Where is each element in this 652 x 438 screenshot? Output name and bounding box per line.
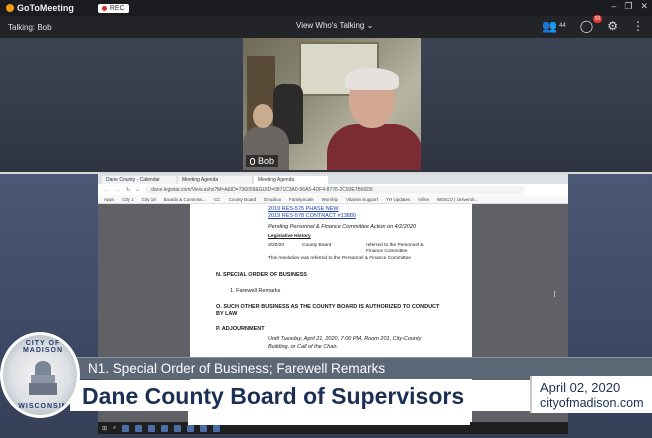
chat-bubble-icon: ◯ — [579, 19, 594, 33]
app-logo: GoToMeeting — [6, 3, 74, 13]
minimize-icon[interactable]: – — [611, 1, 616, 12]
reload-icon[interactable]: ↻ — [126, 187, 130, 193]
chat-button[interactable]: ◯ 50 — [579, 15, 603, 33]
chevron-down-icon: ⌄ — [366, 21, 374, 30]
doc-link[interactable]: 2019 RES-578 CONTRACT #13880 — [268, 213, 356, 219]
browser-tab-strip: Dane County - Calendar Meeting Agenda Me… — [98, 174, 568, 184]
doc-page-peek — [188, 411, 470, 425]
taskbar-app-icon[interactable] — [200, 424, 208, 432]
doc-history-body: County Board — [302, 243, 332, 248]
bookmark-item[interactable]: Worship — [322, 197, 338, 202]
talking-indicator: Talking: Bob — [8, 22, 52, 32]
app-titlebar: GoToMeeting REC – ❐ ✕ — [0, 0, 652, 16]
taskbar-app-icon[interactable] — [187, 424, 195, 432]
bookmark-item[interactable]: FamilyScale — [289, 197, 314, 202]
meeting-toolbar: Talking: Bob View Who's Talking ⌄ 👥 44 ◯… — [0, 15, 652, 38]
people-icon: 👥 — [542, 19, 558, 33]
browser-tab[interactable]: Meeting Agenda — [178, 176, 252, 184]
speaker-name-tag: Bob — [246, 155, 279, 167]
doc-legislative-history: Legislative History — [268, 234, 311, 239]
bookmark-item[interactable]: YH Updates — [386, 197, 410, 202]
webcam-feed[interactable]: Bob — [243, 38, 421, 170]
mouse-cursor — [554, 291, 557, 297]
bookmark-item[interactable]: County Board — [229, 197, 257, 202]
restore-icon[interactable]: ❐ — [624, 1, 632, 12]
search-icon[interactable]: ⌕ — [113, 425, 116, 432]
browser-tab-active[interactable]: Meeting Agenda — [254, 176, 328, 184]
view-mode-dropdown[interactable]: View Who's Talking ⌄ — [296, 21, 373, 30]
website-url: cityofmadison.com — [540, 396, 644, 410]
taskbar-app-icon[interactable] — [148, 424, 156, 432]
browser-address-bar: ← → ↻ ⌂ dane.legistar.com/View.ashx?M=A&… — [98, 184, 568, 195]
windows-start-icon[interactable]: ⊞ — [102, 425, 107, 432]
app-name: GoToMeeting — [17, 3, 74, 13]
gear-icon[interactable]: ⚙ — [607, 19, 618, 33]
doc-link[interactable]: 2019 RES-575 PHASE NEW — [268, 206, 339, 212]
more-options-icon[interactable]: ⋮ — [632, 19, 644, 33]
video-stage: Bob — [0, 38, 652, 172]
doc-history-action: referred to the Personnel & — [366, 243, 424, 248]
bookmark-item[interactable]: Dropbox — [264, 197, 281, 202]
taskbar-app-icon[interactable] — [135, 424, 143, 432]
doc-section-o2: BY LAW — [216, 311, 238, 317]
seal-bottom-text: WISCONSIN — [18, 403, 68, 410]
attendees-button[interactable]: 👥 44 — [542, 19, 566, 33]
board-title: Dane County Board of Supervisors — [82, 383, 465, 409]
doc-adjourn-line2: Building, or Call of the Chair. — [268, 344, 338, 350]
doc-section-n: N. SPECIAL ORDER OF BUSINESS — [216, 272, 307, 278]
forward-icon[interactable]: → — [115, 187, 120, 193]
capitol-dome-icon — [29, 357, 57, 395]
home-icon[interactable]: ⌂ — [136, 187, 139, 193]
speaker-name: Bob — [258, 156, 275, 166]
title-strip: Dane County Board of Supervisors — [70, 380, 530, 411]
bookmark-item[interactable]: Inline — [418, 197, 429, 202]
bookmark-item[interactable]: Vitamin Support — [346, 197, 378, 202]
chat-count-badge: 50 — [592, 15, 603, 23]
bookmark-item[interactable]: City 19 — [142, 197, 156, 202]
bookmarks-bar: Apps City 1 City 19 Boards & Commiss... … — [98, 195, 568, 204]
city-seal: CITY OF MADISON WISCONSIN — [0, 332, 80, 418]
record-icon — [101, 5, 107, 11]
doc-history-note: This resolution was referred to the Pers… — [268, 256, 411, 261]
rec-indicator[interactable]: REC — [97, 3, 129, 13]
doc-history-action2: Finance Committee — [366, 249, 408, 254]
back-icon[interactable]: ← — [104, 187, 109, 193]
gotomeeting-logo-icon — [6, 4, 14, 12]
attendee-count: 44 — [559, 23, 566, 29]
toolbar-actions: 👥 44 ◯ 50 ⚙ ⋮ — [542, 15, 644, 33]
taskbar-app-icon[interactable] — [174, 424, 182, 432]
window-controls: – ❐ ✕ — [611, 1, 648, 12]
meeting-date: April 02, 2020 — [540, 380, 621, 395]
agenda-item-subtitle: N1. Special Order of Business; Farewell … — [88, 361, 386, 376]
date-box: April 02, 2020 cityofmadison.com — [530, 376, 652, 413]
webcam-person-speaker — [327, 68, 421, 170]
taskbar-app-icon[interactable] — [122, 424, 130, 432]
doc-pending: Pending Personnel & Finance Committee Ac… — [268, 224, 417, 230]
bookmark-item[interactable]: Apps — [104, 197, 114, 202]
view-mode-label: View Who's Talking — [296, 21, 365, 30]
close-icon[interactable]: ✕ — [640, 1, 648, 12]
bookmark-item[interactable]: City 1 — [122, 197, 134, 202]
url-field[interactable]: dane.legistar.com/View.ashx?M=A&ID=73605… — [145, 185, 526, 194]
doc-history-date: 3/20/20 — [268, 243, 285, 248]
seal-top-text: CITY OF MADISON — [22, 340, 64, 354]
doc-adjourn-line1: Until Tuesday, April 21, 2020, 7:00 PM, … — [268, 336, 422, 342]
doc-section-o: O. SUCH OTHER BUSINESS AS THE COUNTY BOA… — [216, 304, 440, 310]
browser-tab[interactable]: Dane County - Calendar — [102, 176, 176, 184]
doc-section-p: P. ADJOURNMENT — [216, 326, 265, 332]
doc-item-n1: 1. Farewell Remarks — [230, 288, 281, 294]
bookmark-item[interactable]: CC — [214, 197, 221, 202]
rec-label: REC — [109, 4, 125, 12]
microphone-icon — [250, 157, 255, 165]
taskbar-app-icon[interactable] — [213, 424, 221, 432]
bookmark-item[interactable]: NESCO | Universit... — [437, 197, 478, 202]
taskbar-app-icon[interactable] — [161, 424, 169, 432]
bookmark-item[interactable]: Boards & Commiss... — [164, 197, 206, 202]
